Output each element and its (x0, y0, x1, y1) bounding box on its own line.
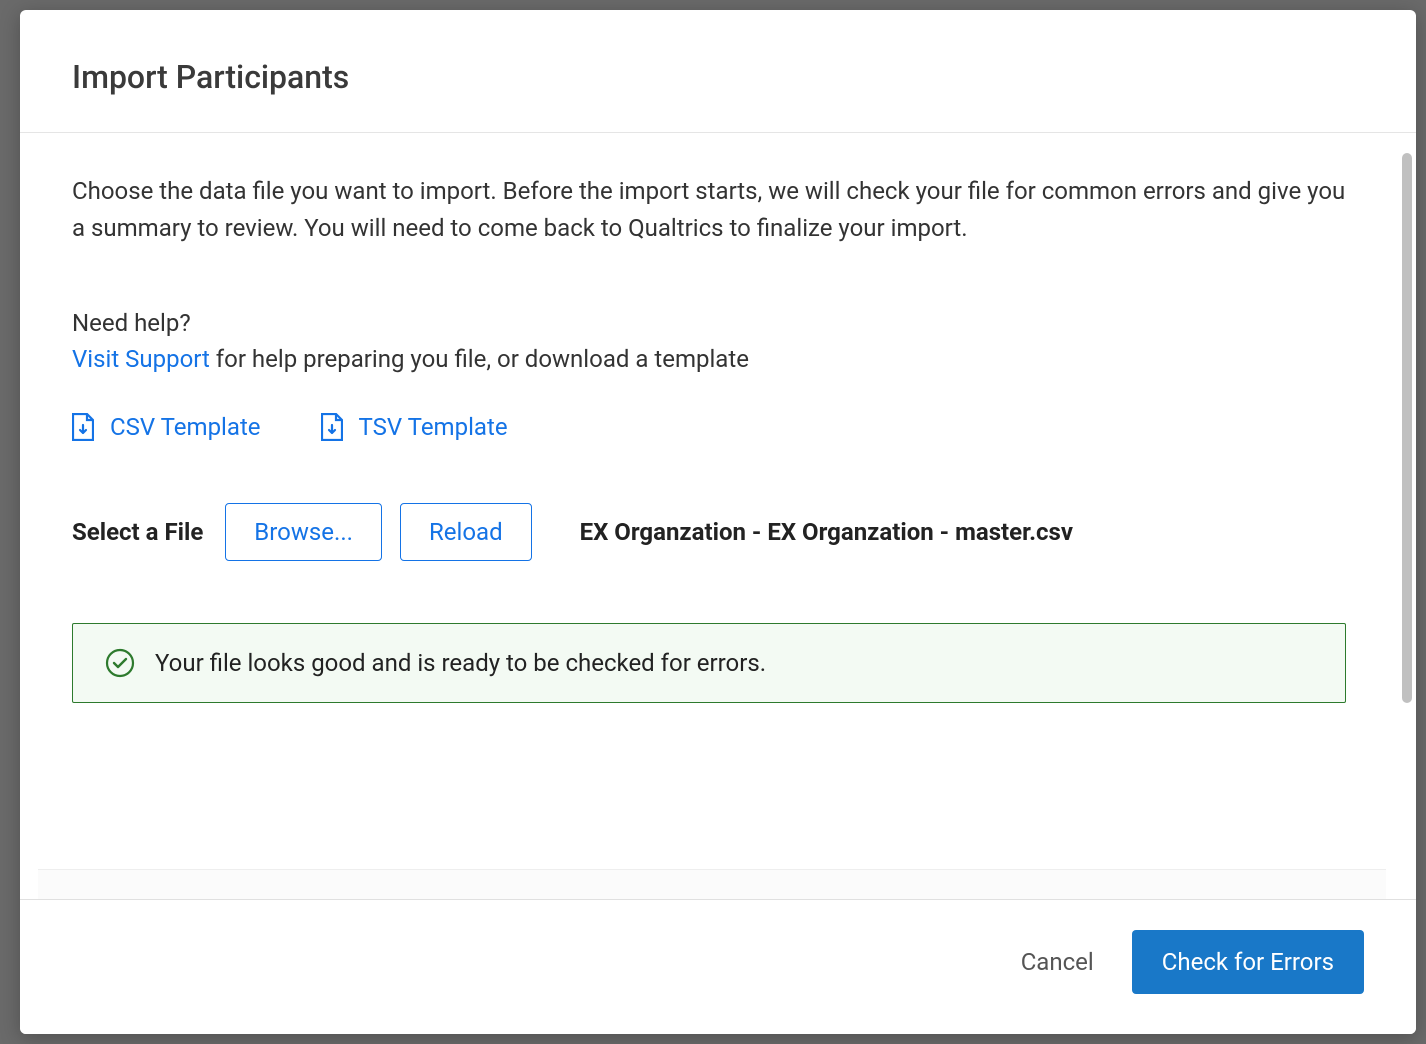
reload-button[interactable]: Reload (400, 503, 532, 561)
modal-header: Import Participants (20, 10, 1416, 133)
scrollbar-thumb[interactable] (1402, 153, 1412, 703)
check-for-errors-button[interactable]: Check for Errors (1132, 930, 1364, 994)
file-download-icon (72, 413, 94, 441)
modal-body-wrapper: Choose the data file you want to import.… (20, 133, 1416, 899)
modal-title: Import Participants (72, 58, 1364, 96)
file-select-row: Select a File Browse... Reload EX Organz… (72, 503, 1346, 561)
selected-filename: EX Organzation - EX Organzation - master… (580, 518, 1073, 546)
scrollbar-track[interactable] (1402, 153, 1412, 879)
select-file-label: Select a File (72, 518, 203, 546)
csv-template-link[interactable]: CSV Template (72, 413, 261, 441)
file-download-icon (321, 413, 343, 441)
cancel-button[interactable]: Cancel (1021, 948, 1094, 976)
browse-button[interactable]: Browse... (225, 503, 382, 561)
intro-text: Choose the data file you want to import.… (72, 173, 1346, 247)
modal-footer: Cancel Check for Errors (20, 899, 1416, 1034)
tsv-template-link[interactable]: TSV Template (321, 413, 508, 441)
csv-template-label: CSV Template (110, 413, 261, 441)
status-message: Your file looks good and is ready to be … (155, 649, 766, 677)
help-rest-text: for help preparing you file, or download… (210, 345, 749, 373)
help-line: Visit Support for help preparing you fil… (72, 345, 1346, 373)
modal-body: Choose the data file you want to import.… (20, 133, 1398, 899)
check-circle-icon (105, 648, 135, 678)
import-participants-modal: Import Participants Choose the data file… (20, 10, 1416, 1034)
visit-support-link[interactable]: Visit Support (72, 345, 210, 373)
status-success-box: Your file looks good and is ready to be … (72, 623, 1346, 703)
tsv-template-label: TSV Template (359, 413, 508, 441)
template-links: CSV Template TSV Template (72, 413, 1346, 441)
help-heading: Need help? (72, 309, 1346, 337)
